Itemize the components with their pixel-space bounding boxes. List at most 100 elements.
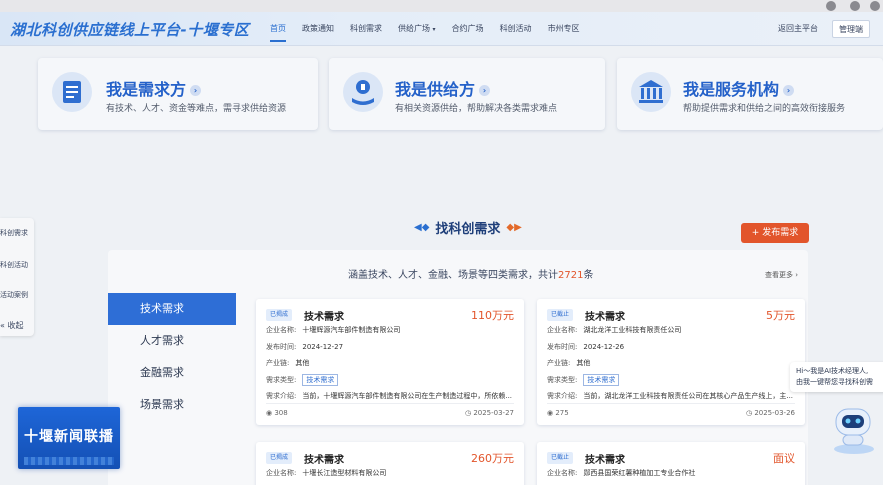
field-label: 需求介绍: xyxy=(547,392,578,400)
float-item-demand[interactable]: 科创需求 xyxy=(0,228,28,238)
card-title: 技术需求 xyxy=(304,312,344,323)
clock-icon: ◷ xyxy=(464,409,472,417)
view-more-link[interactable]: 查看更多 › xyxy=(765,270,798,280)
tab-finance[interactable]: 金融需求 xyxy=(108,357,236,389)
company-name: 十堰长江造型材料有限公司 xyxy=(302,469,387,477)
arrow-left-deco-icon: ◀◆ xyxy=(414,221,430,233)
eye-icon: ◉ xyxy=(266,409,273,417)
demand-card[interactable]: 已截止 技术需求 5万元 企业名称: 湖北龙洋工业科技有限责任公司 发布时间: 20… xyxy=(537,299,805,425)
ai-chat-bubble[interactable]: Hi～我是AI技术经理人, 由我一键帮您寻找科创需 xyxy=(790,362,883,392)
field-label: 需求介绍: xyxy=(266,392,297,400)
role-card-demander[interactable]: 我是需求方 › 有技术、人才、资金等难点，需寻求供给资源 xyxy=(38,58,318,130)
float-item-activity[interactable]: 科创活动 xyxy=(0,260,28,270)
card-date-row: 发布时间: 2024-12-26 xyxy=(547,342,624,352)
demand-card[interactable]: 已截止 技术需求 面议 企业名称: 郧西县国荣红薯种植加工专业合作社 xyxy=(537,442,805,485)
field-label: 需求类型: xyxy=(266,376,297,384)
status-badge: 已截止 xyxy=(547,452,574,464)
publish-date: 2024-12-26 xyxy=(583,343,625,351)
browser-button-icon[interactable] xyxy=(870,1,880,11)
deadline-value: 2025-03-26 xyxy=(754,409,795,417)
card-price: 5万元 xyxy=(766,309,795,322)
card-company-row: 企业名称: 郧西县国荣红薯种植加工专业合作社 xyxy=(547,468,695,478)
demand-card[interactable]: 已揭成 技术需求 260万元 企业名称: 十堰长江造型材料有限公司 xyxy=(256,442,524,485)
card-industry-row: 产业链: 其他 xyxy=(547,358,590,368)
chevron-right-icon: › xyxy=(795,271,799,279)
divider xyxy=(547,403,795,404)
status-badge: 已揭成 xyxy=(266,309,293,321)
nav-city[interactable]: 市州专区 xyxy=(540,12,588,46)
field-label: 需求类型: xyxy=(547,376,578,384)
card-price: 260万元 xyxy=(471,452,514,465)
chevron-right-icon: › xyxy=(783,85,795,96)
main-nav: 首页 政策通知 科创需求 供给广场 ▾ 合约广场 科创活动 市州专区 xyxy=(262,12,588,46)
publish-demand-button[interactable]: + 发布需求 xyxy=(741,223,809,243)
deadline: ◷ 2025-03-26 xyxy=(746,409,795,417)
tab-scene[interactable]: 场景需求 xyxy=(108,389,236,421)
summary-suffix: 条 xyxy=(583,270,594,281)
card-intro-row: 需求介绍: 当前，十堰辉源汽车部件制造有限公司在生产制造过程中，所依赖... xyxy=(266,391,512,401)
role-desc: 有技术、人才、资金等难点，需寻求供给资源 xyxy=(106,104,287,114)
views-value: 275 xyxy=(555,409,569,417)
card-title: 技术需求 xyxy=(304,455,344,466)
role-card-service[interactable]: 我是服务机构 › 帮助提供需求和供给之间的高效衔接服务 xyxy=(617,58,883,130)
tv-channel-logo: 十堰新闻联播 xyxy=(18,407,120,469)
nav-activity[interactable]: 科创活动 xyxy=(492,12,540,46)
collapse-button[interactable]: « 收起 xyxy=(0,320,23,331)
intro-text: 当前，湖北龙洋工业科技有限责任公司在其核心产品生产线上，主... xyxy=(583,392,794,400)
arrow-right-deco-icon: ◆▶ xyxy=(506,221,522,233)
demand-card[interactable]: 已揭成 技术需求 110万元 企业名称: 十堰辉源汽车部件制造有限公司 发布时间:… xyxy=(256,299,524,425)
card-type-row: 需求类型: 技术需求 xyxy=(266,374,339,386)
institution-icon xyxy=(631,72,671,112)
eye-icon: ◉ xyxy=(547,409,554,417)
summary-count: 2721 xyxy=(558,270,584,281)
role-desc: 帮助提供需求和供给之间的高效衔接服务 xyxy=(683,104,846,114)
views-count: ◉ 275 xyxy=(547,409,569,417)
tab-talent[interactable]: 人才需求 xyxy=(108,325,236,357)
nav-supply-label: 供给广场 xyxy=(398,24,430,33)
role-desc: 有相关资源供给，帮助解决各类需求难点 xyxy=(395,104,558,114)
intro-text: 当前，十堰辉源汽车部件制造有限公司在生产制造过程中，所依赖... xyxy=(302,392,513,400)
status-badge: 已截止 xyxy=(547,309,574,321)
card-title: 技术需求 xyxy=(585,312,625,323)
admin-button[interactable]: 管理端 xyxy=(832,20,870,38)
robot-assistant-icon[interactable] xyxy=(826,395,878,455)
back-main-platform-button[interactable]: 返回主平台 xyxy=(772,20,824,38)
site-logo[interactable]: 湖北科创供应链线上平台-十堰专区 xyxy=(10,19,249,40)
tab-tech[interactable]: 技术需求 xyxy=(108,293,236,325)
card-title: 技术需求 xyxy=(585,455,625,466)
role-title: 我是需求方 › xyxy=(106,76,202,100)
field-label: 发布时间: xyxy=(547,343,578,351)
role-title-text: 我是需求方 xyxy=(106,80,187,99)
chevron-down-icon: ▾ xyxy=(432,26,436,33)
browser-button-icon[interactable] xyxy=(826,1,836,11)
card-company-row: 企业名称: 湖北龙洋工业科技有限责任公司 xyxy=(547,325,681,335)
chevron-right-icon: › xyxy=(190,85,202,96)
plus-icon: + xyxy=(751,228,760,238)
company-name: 十堰辉源汽车部件制造有限公司 xyxy=(302,326,401,334)
tv-logo-band xyxy=(24,457,114,465)
views-value: 308 xyxy=(274,409,288,417)
role-title: 我是供给方 › xyxy=(395,76,491,100)
nav-supply[interactable]: 供给广场 ▾ xyxy=(390,12,444,46)
card-intro-row: 需求介绍: 当前，湖北龙洋工业科技有限责任公司在其核心产品生产线上，主... xyxy=(547,391,793,401)
demand-tabs: 技术需求 人才需求 金融需求 场景需求 xyxy=(108,293,236,421)
company-name: 湖北龙洋工业科技有限责任公司 xyxy=(583,326,682,334)
nav-policy[interactable]: 政策通知 xyxy=(294,12,342,46)
industry: 其他 xyxy=(576,359,591,367)
float-item-cases[interactable]: 活动案例 xyxy=(0,290,28,300)
summary-prefix: 涵盖技术、人才、金融、场景等四类需求，共计 xyxy=(348,270,558,281)
document-icon xyxy=(52,72,92,112)
site-header: 湖北科创供应链线上平台-十堰专区 首页 政策通知 科创需求 供给广场 ▾ 合约广… xyxy=(0,12,883,46)
field-label: 发布时间: xyxy=(266,343,297,351)
browser-button-icon[interactable] xyxy=(850,1,860,11)
field-label: 产业链: xyxy=(266,359,290,367)
nav-demand[interactable]: 科创需求 xyxy=(342,12,390,46)
floating-sidebar: 科创需求 科创活动 活动案例 « 收起 xyxy=(0,218,34,336)
chevron-right-icon: › xyxy=(479,85,491,96)
nav-contract[interactable]: 合约广场 xyxy=(444,12,492,46)
card-company-row: 企业名称: 十堰辉源汽车部件制造有限公司 xyxy=(266,325,400,335)
type-tag: 技术需求 xyxy=(583,374,620,386)
card-date-row: 发布时间: 2024-12-27 xyxy=(266,342,343,352)
nav-home[interactable]: 首页 xyxy=(262,12,294,46)
role-card-supplier[interactable]: 我是供给方 › 有相关资源供给，帮助解决各类需求难点 xyxy=(329,58,605,130)
